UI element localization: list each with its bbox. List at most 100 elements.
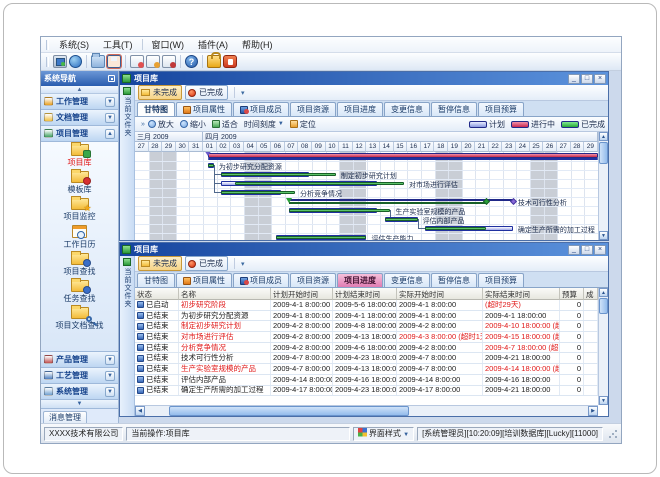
interface-style-button[interactable]: 界面样式 ▼ <box>353 427 414 441</box>
close-button[interactable]: × <box>594 245 606 255</box>
tab-progress[interactable]: 项目进度 <box>337 102 383 116</box>
task-bar-actual[interactable] <box>208 164 214 167</box>
gantt-window-titlebar[interactable]: 项目库 _ □ × <box>120 72 608 85</box>
doc3-icon[interactable] <box>162 55 176 68</box>
tab-members[interactable]: 项目成员 <box>233 273 289 287</box>
task-bar-actual[interactable] <box>276 236 367 239</box>
sidebar-section-system-mgmt[interactable]: 系统管理▼ <box>41 384 118 400</box>
table-row[interactable]: 已结束为初步研究分配资源2009-4-1 8:00:002009-4-1 18:… <box>135 311 598 322</box>
sidebar-item-work-calendar[interactable]: 工作日历 <box>41 225 118 250</box>
gantt-vertical-scrollbar[interactable]: ▲ ▼ <box>598 132 608 240</box>
tab-resources[interactable]: 项目资源 <box>290 102 336 116</box>
tool-zoom-in[interactable]: 放大 <box>148 119 174 130</box>
task-bar-actual[interactable] <box>289 209 390 212</box>
tool-locate[interactable]: 定位 <box>290 119 316 130</box>
tool-fit[interactable]: 适合 <box>212 119 238 130</box>
scroll-down-icon[interactable]: ▼ <box>599 231 608 240</box>
task-bar-actual[interactable] <box>221 173 336 176</box>
current-folder-side-tab[interactable]: 当前文件夹 <box>120 85 135 240</box>
scroll-down-icon[interactable]: ▼ <box>599 396 608 405</box>
tab-changes[interactable]: 变更信息 <box>384 102 430 116</box>
sidebar-collapse-strip[interactable]: ▲ <box>41 86 118 94</box>
column-header[interactable]: 实际开始时间 <box>397 288 483 300</box>
table-row[interactable]: 已结束生产实验室规模的产品2009-4-7 8:00:002009-4-13 1… <box>135 364 598 375</box>
sidebar-item-project-search[interactable]: 项目查找 <box>41 253 118 277</box>
table-row[interactable]: 已启动初步研究阶段2009-4-1 8:00:002009-5-6 18:00:… <box>135 300 598 311</box>
summary-actual-line[interactable] <box>289 202 485 204</box>
tab-message-management[interactable]: 消息管理 <box>43 411 87 423</box>
summary-plan-line[interactable] <box>289 199 513 201</box>
table-row[interactable]: 已结束对市场进行评估2009-4-2 8:00:002009-4-13 18:0… <box>135 332 598 343</box>
minimize-button[interactable]: _ <box>568 245 580 255</box>
help-icon[interactable]: ? <box>185 55 198 68</box>
menu-item[interactable]: 工具(T) <box>96 37 140 52</box>
filter-unfinished-button[interactable]: 未完成 <box>138 85 182 100</box>
task-bar-actual[interactable] <box>425 227 485 230</box>
tab-props[interactable]: 项目属性 <box>176 273 232 287</box>
task-bar-actual[interactable] <box>221 191 295 194</box>
sidebar-item-project-library[interactable]: 项目库 <box>41 144 118 168</box>
sidebar-section-product-mgmt[interactable]: 产品管理▼ <box>41 352 118 368</box>
menu-item[interactable]: 插件(A) <box>191 37 235 52</box>
tab-gantt[interactable]: 甘特图 <box>137 273 175 287</box>
minimize-button[interactable]: _ <box>568 74 580 84</box>
toolbar-overflow-chevron[interactable]: » <box>138 121 148 128</box>
table-row[interactable]: 已结束技术可行性分析2009-4-7 8:00:002009-4-23 18:0… <box>135 353 598 364</box>
chevron-down-icon[interactable]: ▼ <box>105 355 115 365</box>
current-folder-side-tab[interactable]: 当前文件夹 <box>120 256 135 416</box>
scroll-thumb[interactable] <box>599 298 608 314</box>
exit-icon[interactable] <box>223 55 237 68</box>
task-bar-plan[interactable] <box>208 158 598 160</box>
menu-item[interactable]: 系统(S) <box>52 37 96 52</box>
menu-item[interactable]: 帮助(H) <box>235 37 280 52</box>
sidebar-section-project-mgmt[interactable]: 项目管理▲ <box>41 126 118 142</box>
scroll-up-icon[interactable]: ▲ <box>599 288 608 297</box>
column-header[interactable]: 实际结束时间 <box>483 288 560 300</box>
sidebar-item-template-library[interactable]: 模板库 <box>41 171 118 195</box>
lock-icon[interactable] <box>207 55 221 68</box>
sidebar-item-project-monitor[interactable]: ★项目监控 <box>41 198 118 222</box>
table-horizontal-scrollbar[interactable]: ◀ ▶ <box>135 405 598 416</box>
filter-unfinished-button[interactable]: 未完成 <box>138 256 182 271</box>
column-header[interactable]: 名称 <box>179 288 271 300</box>
tool-zoom-out[interactable]: 缩小 <box>180 119 206 130</box>
filter-finished-button[interactable]: 已完成 <box>185 256 228 271</box>
column-header[interactable]: 计划开始时间 <box>271 288 333 300</box>
column-header[interactable]: 预算 <box>560 288 584 300</box>
maximize-button[interactable]: □ <box>581 74 593 84</box>
chevron-down-icon[interactable]: ▼ <box>105 113 115 123</box>
table-window-titlebar[interactable]: 项目库 _ □ × <box>120 243 608 256</box>
doc2-icon[interactable] <box>146 55 160 68</box>
task-bar-actual[interactable] <box>235 182 404 185</box>
chevron-down-icon[interactable]: ▼ <box>105 371 115 381</box>
chevron-up-icon[interactable]: ▲ <box>105 129 115 139</box>
scroll-thumb[interactable] <box>599 142 608 164</box>
tab-gantt[interactable]: 甘特图 <box>137 102 175 116</box>
column-header[interactable]: 状态 <box>135 288 179 300</box>
globe-icon[interactable] <box>69 55 82 68</box>
close-button[interactable]: × <box>594 74 606 84</box>
tab-budget[interactable]: 项目预算 <box>478 273 524 287</box>
filter-finished-button[interactable]: 已完成 <box>185 85 228 100</box>
filter-overflow-chevron[interactable]: ▾ <box>238 260 248 268</box>
table-row[interactable]: 已结束评估内部产品2009-4-14 8:00:002009-4-16 18:0… <box>135 375 598 386</box>
chevron-down-icon[interactable]: ▼ <box>105 387 115 397</box>
sidebar-overflow-chevron[interactable]: ▼ <box>41 400 118 409</box>
tab-progress[interactable]: 项目进度 <box>337 273 383 287</box>
scroll-up-icon[interactable]: ▲ <box>599 132 608 141</box>
tab-changes[interactable]: 变更信息 <box>384 273 430 287</box>
pin-icon[interactable] <box>108 75 115 82</box>
menu-item[interactable]: 窗口(W) <box>145 37 192 52</box>
sidebar-section-doc-mgmt[interactable]: 文档管理▼ <box>41 110 118 126</box>
scroll-thumb[interactable] <box>169 406 409 416</box>
save-icon[interactable] <box>107 55 121 68</box>
table-row[interactable]: 已结束确定生产所需的加工过程2009-4-17 8:00:002009-4-23… <box>135 386 598 397</box>
table-row[interactable]: 已结束制定初步研究计划2009-4-2 8:00:002009-4-8 18:0… <box>135 321 598 332</box>
sidebar-item-project-doc-search[interactable]: 项目文档查找 <box>41 307 118 331</box>
tab-pause[interactable]: 暂停信息 <box>431 102 477 116</box>
tab-props[interactable]: 项目属性 <box>176 102 232 116</box>
table-row[interactable]: 已结束分析竞争情况2009-4-2 8:00:002009-4-6 18:00:… <box>135 343 598 354</box>
column-header[interactable]: 计划结束时间 <box>333 288 397 300</box>
tab-members[interactable]: 项目成员 <box>233 102 289 116</box>
filter-overflow-chevron[interactable]: ▾ <box>238 89 248 97</box>
